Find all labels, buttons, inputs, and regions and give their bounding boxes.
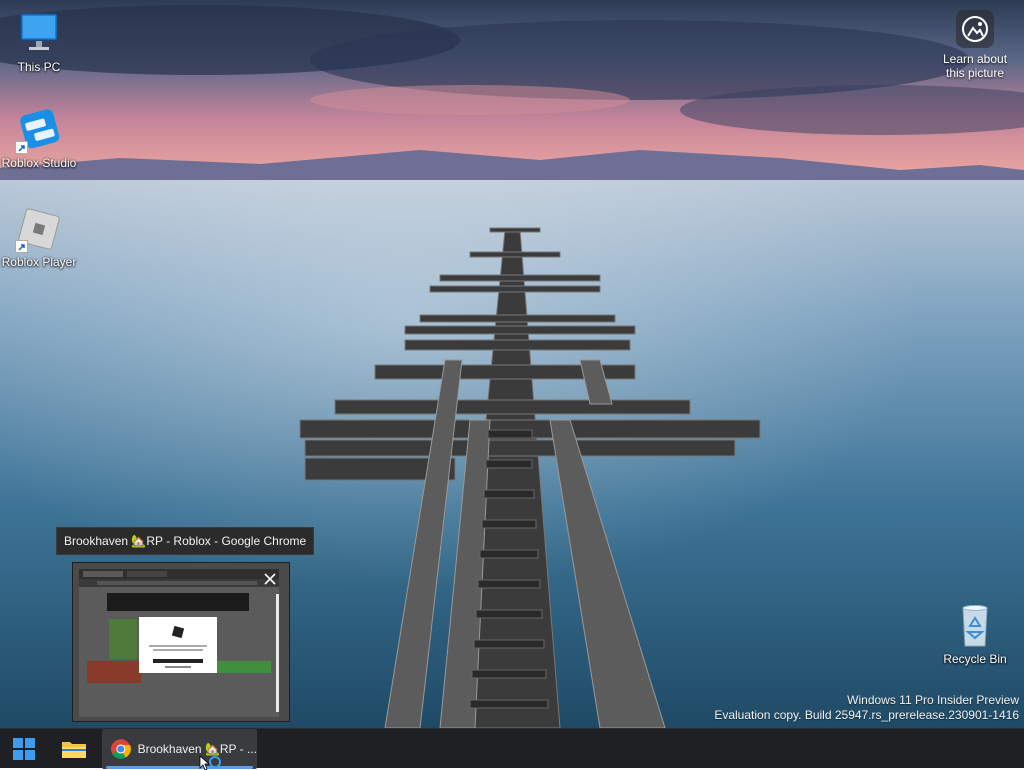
roblox-studio-icon (15, 106, 63, 154)
camera-icon (956, 10, 994, 48)
windows-logo-icon (13, 738, 35, 760)
desktop-icon-roblox-player[interactable]: Roblox Player (0, 205, 78, 269)
learn-about-picture-button[interactable]: Learn about this picture (935, 10, 1015, 80)
shortcut-arrow-icon (15, 141, 28, 154)
recycle-bin-icon (951, 602, 999, 650)
chrome-taskbar-button[interactable]: Brookhaven 🏡RP - ... (102, 729, 257, 769)
desktop-icon-this-pc[interactable]: This PC (0, 10, 78, 74)
desktop-icon-label: Recycle Bin (943, 652, 1007, 666)
watermark-line-2: Evaluation copy. Build 25947.rs_prerelea… (714, 708, 1019, 722)
close-preview-button[interactable] (258, 567, 282, 591)
desktop-icon-roblox-studio[interactable]: Roblox Studio (0, 106, 78, 170)
chrome-icon (110, 739, 131, 759)
watermark-line-1: Windows 11 Pro Insider Preview (847, 693, 1019, 707)
desktop-icon-recycle-bin[interactable]: Recycle Bin (936, 602, 1014, 666)
monitor-icon (15, 10, 63, 58)
file-explorer-icon (62, 742, 86, 758)
file-explorer-button[interactable] (54, 729, 94, 769)
chrome-taskbar-title: Brookhaven 🏡RP - ... (137, 742, 257, 756)
thumbnail-scrollbar (276, 594, 279, 712)
windows-evaluation-watermark: Windows 11 Pro Insider Preview Evaluatio… (714, 693, 1019, 723)
learn-about-picture-label: Learn about this picture (942, 52, 1008, 80)
shortcut-arrow-icon (15, 240, 28, 253)
desktop-icon-label: Roblox Studio (1, 156, 77, 170)
desktop-icon-label: This PC (17, 60, 61, 74)
roblox-player-icon (15, 205, 63, 253)
chrome-window-thumbnail-image (73, 563, 289, 721)
taskbar: Brookhaven 🏡RP - ... (0, 728, 1024, 769)
start-button[interactable] (4, 729, 44, 769)
window-preview-title: Brookhaven 🏡RP - Roblox - Google Chrome (56, 527, 315, 555)
close-icon (264, 573, 276, 585)
desktop-icon-label: Roblox Player (1, 255, 77, 269)
